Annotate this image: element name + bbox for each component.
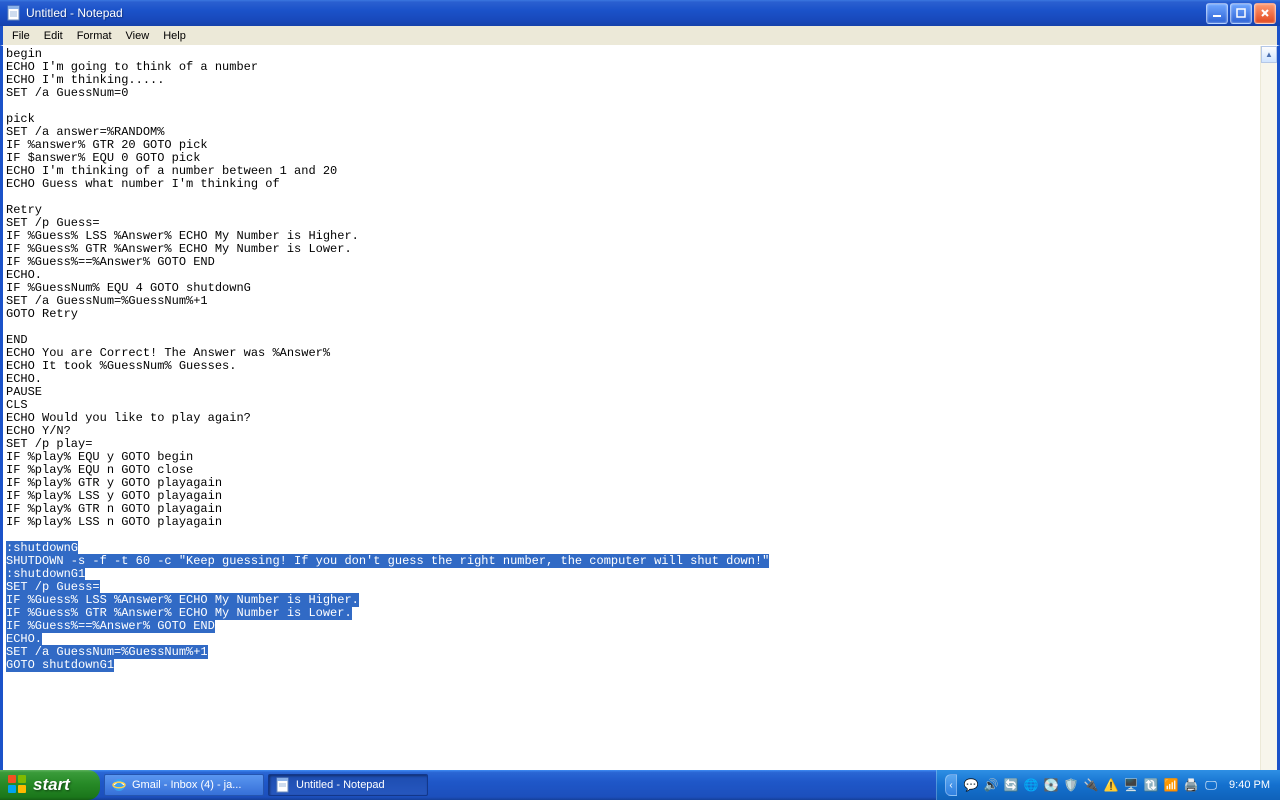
editor-line-selected: :shutdownG1 [6, 568, 1260, 581]
start-label: start [33, 775, 70, 795]
taskbar-item-notepad[interactable]: Untitled - Notepad [268, 774, 428, 796]
editor-line-selected: IF %Guess%==%Answer% GOTO END [6, 620, 1260, 633]
menubar: File Edit Format View Help [0, 26, 1280, 46]
editor-line-selected: SET /a GuessNum=%GuessNum%+1 [6, 646, 1260, 659]
tray-volume-icon[interactable]: 🔊 [983, 777, 999, 793]
close-button[interactable] [1254, 3, 1276, 24]
editor-line: ECHO Would you like to play again? [6, 412, 1260, 425]
menu-view[interactable]: View [119, 28, 157, 44]
editor-line: SET /a GuessNum=0 [6, 87, 1260, 100]
taskbar-item-gmail[interactable]: Gmail - Inbox (4) - ja... [104, 774, 264, 796]
editor-line: ECHO. [6, 373, 1260, 386]
clock[interactable]: 9:40 PM [1229, 779, 1270, 791]
editor-line: IF %Guess%==%Answer% GOTO END [6, 256, 1260, 269]
tray-printer-icon[interactable]: 🖨️ [1183, 777, 1199, 793]
titlebar: Untitled - Notepad [0, 0, 1280, 26]
editor-line: ECHO It took %GuessNum% Guesses. [6, 360, 1260, 373]
windows-logo-icon [8, 775, 28, 795]
editor-line: ECHO I'm thinking..... [6, 74, 1260, 87]
editor-line: pick [6, 113, 1260, 126]
editor-line-selected: SHUTDOWN -s -f -t 60 -c "Keep guessing! … [6, 555, 1260, 568]
taskbar-item-label: Gmail - Inbox (4) - ja... [132, 779, 241, 791]
notepad-icon [275, 777, 291, 793]
tray-expand-button[interactable]: ‹ [945, 774, 957, 796]
taskbar: start Gmail - Inbox (4) - ja... Untitled… [0, 770, 1280, 800]
tray-shield-icon[interactable]: 🛡️ [1063, 777, 1079, 793]
tray-wifi-icon[interactable]: 📶 [1163, 777, 1179, 793]
tray-disk-icon[interactable]: 💽 [1043, 777, 1059, 793]
minimize-button[interactable] [1206, 3, 1228, 24]
menu-edit[interactable]: Edit [37, 28, 70, 44]
start-button[interactable]: start [0, 770, 100, 800]
scroll-track[interactable] [1261, 63, 1277, 770]
ie-icon [111, 777, 127, 793]
editor-line [6, 321, 1260, 334]
vertical-scrollbar[interactable]: ▲ ▼ [1260, 46, 1277, 787]
tray-chat-icon[interactable]: 💬 [963, 777, 979, 793]
menu-format[interactable]: Format [70, 28, 119, 44]
taskbar-item-label: Untitled - Notepad [296, 779, 385, 791]
system-tray: ‹ 💬 🔊 🔄 🌐 💽 🛡️ 🔌 ⚠️ 🖥️ 🔃 📶 🖨️ 🖵 9:40 PM [936, 770, 1280, 800]
editor-line: PAUSE [6, 386, 1260, 399]
tray-plug-icon[interactable]: 🔌 [1083, 777, 1099, 793]
notepad-icon [6, 5, 22, 21]
editor-line [6, 191, 1260, 204]
tray-globe-icon[interactable]: 🌐 [1023, 777, 1039, 793]
editor-line: Retry [6, 204, 1260, 217]
editor-line [6, 529, 1260, 542]
menu-help[interactable]: Help [156, 28, 193, 44]
editor-line: GOTO Retry [6, 308, 1260, 321]
text-editor[interactable]: beginECHO I'm going to think of a number… [3, 46, 1260, 787]
editor-line: ECHO Guess what number I'm thinking of [6, 178, 1260, 191]
tray-update-icon[interactable]: 🔃 [1143, 777, 1159, 793]
maximize-button[interactable] [1230, 3, 1252, 24]
window-title: Untitled - Notepad [26, 6, 1206, 20]
tray-warning-icon[interactable]: ⚠️ [1103, 777, 1119, 793]
menu-file[interactable]: File [5, 28, 37, 44]
tray-monitor-icon[interactable]: 🖥️ [1123, 777, 1139, 793]
scroll-up-button[interactable]: ▲ [1261, 46, 1277, 63]
editor-line: ECHO I'm going to think of a number [6, 61, 1260, 74]
client-area: beginECHO I'm going to think of a number… [0, 46, 1280, 790]
editor-line [6, 100, 1260, 113]
editor-line: SET /a GuessNum=%GuessNum%+1 [6, 295, 1260, 308]
editor-line: IF %play% EQU y GOTO begin [6, 451, 1260, 464]
editor-line-selected: GOTO shutdownG1 [6, 659, 1260, 672]
editor-line: ECHO Y/N? [6, 425, 1260, 438]
tray-battery-icon[interactable]: 🖵 [1203, 777, 1219, 793]
editor-line: IF %play% LSS n GOTO playagain [6, 516, 1260, 529]
tray-refresh-icon[interactable]: 🔄 [1003, 777, 1019, 793]
editor-line: SET /p play= [6, 438, 1260, 451]
